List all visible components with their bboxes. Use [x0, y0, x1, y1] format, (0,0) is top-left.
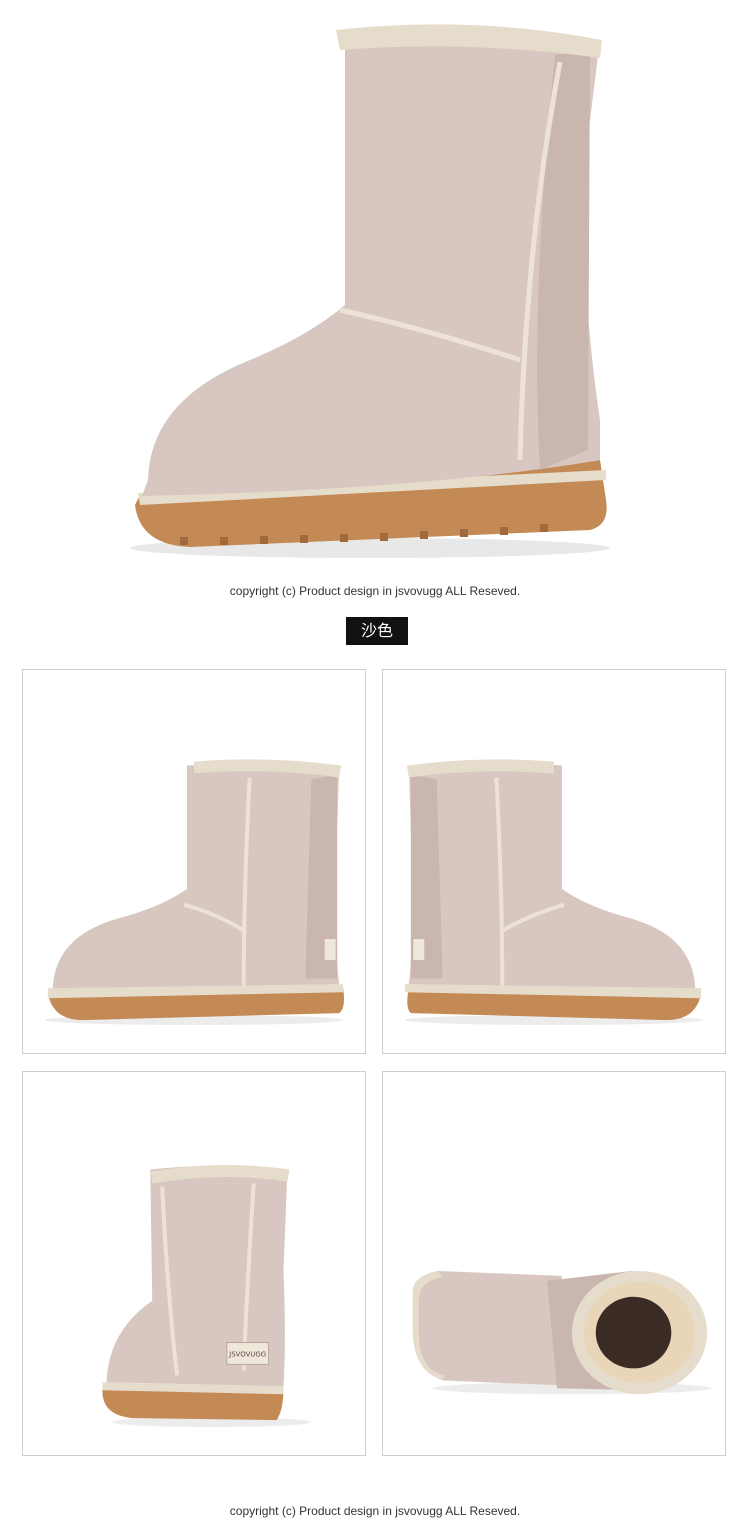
color-label: 沙色: [346, 617, 408, 645]
hero-product-image: [0, 0, 750, 570]
copyright-text-top: copyright (c) Product design in jsvovugg…: [229, 584, 521, 598]
gallery-image-left-view: [22, 669, 366, 1054]
gallery-image-rear-view: JSVOVUGG: [22, 1071, 366, 1456]
gallery-image-top-view: [382, 1071, 726, 1456]
copyright-text-bottom: copyright (c) Product design in jsvovugg…: [229, 1504, 521, 1518]
gallery-image-right-view: [382, 669, 726, 1054]
boot-label-text: JSVOVUGG: [228, 1350, 266, 1358]
